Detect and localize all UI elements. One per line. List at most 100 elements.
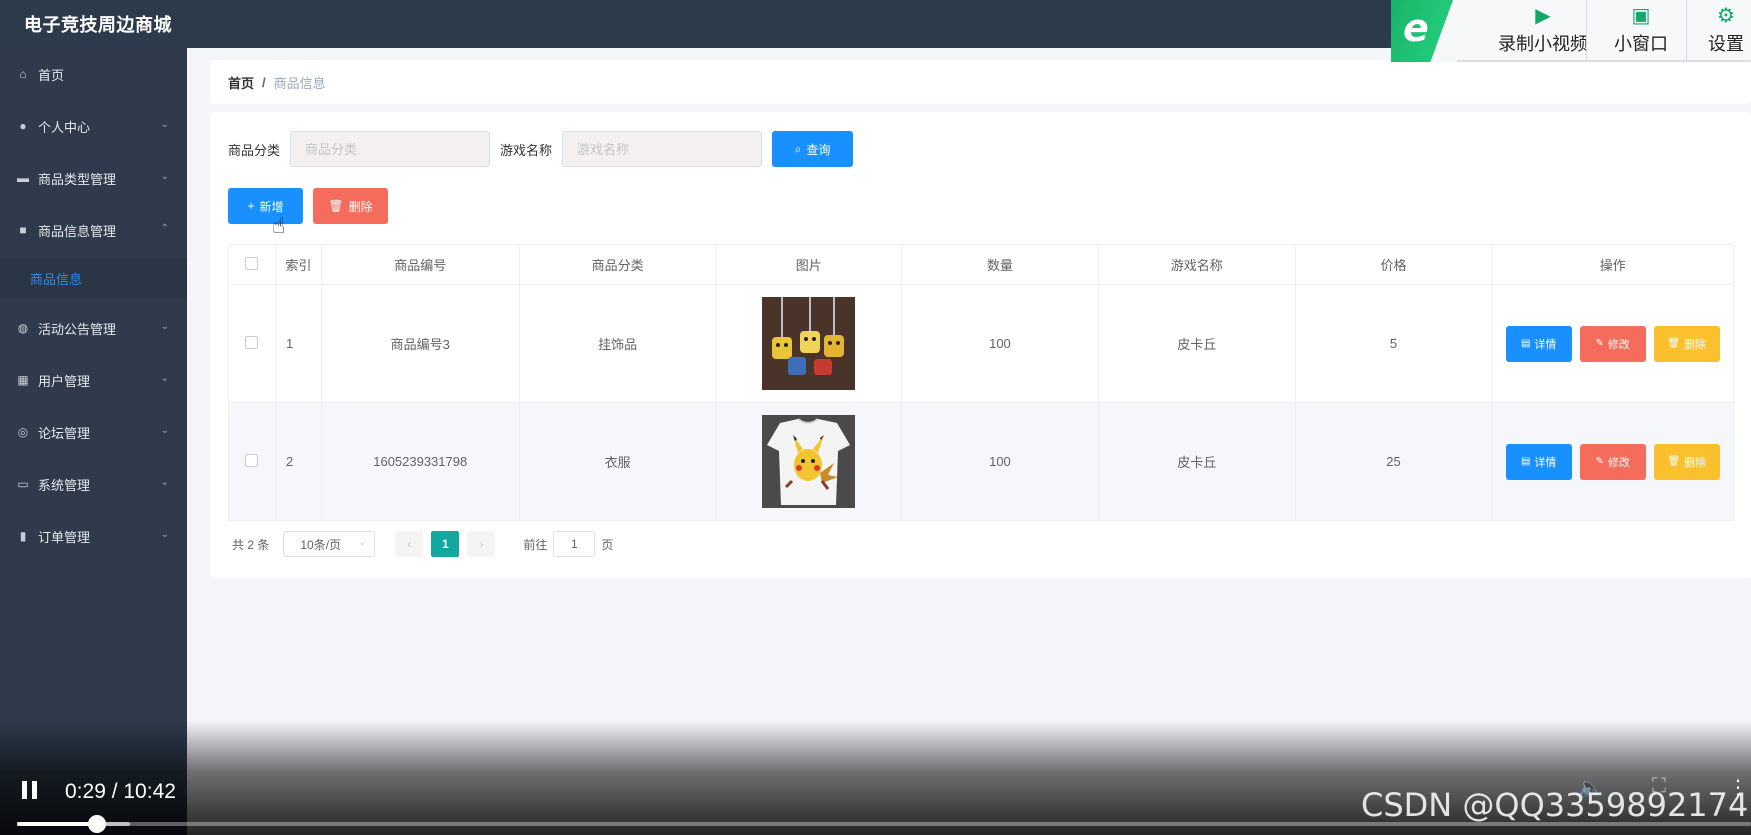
edit-button[interactable]: ✎ 修改	[1579, 325, 1646, 362]
pagination: 共 2 条 10条/页 ⌄ ‹ 1 › 前往 1 页	[232, 531, 613, 557]
trash-icon: 🗑	[1667, 456, 1681, 467]
sidebar-item-label: 订单管理	[38, 529, 91, 545]
cell-actions: ▤ 详情 ✎ 修改 🗑 删除	[1491, 402, 1734, 521]
sidebar-item-label: 商品信息管理	[38, 223, 117, 239]
recorder-toolbar: e ▶ 录制小视频 ▣ 小窗口 ⚙ 设置	[1391, 0, 1751, 62]
goto-label: 前往	[523, 537, 548, 552]
goto-page-input[interactable]: 1	[553, 531, 596, 557]
settings-button[interactable]: ⚙ 设置	[1703, 0, 1749, 62]
bar-chart-icon: ▮	[19, 529, 27, 543]
toolbar-divider	[1686, 0, 1687, 62]
chart-icon: ▭	[17, 477, 29, 491]
sidebar-item-users[interactable]: ▦ 用户管理 ⌄	[0, 360, 187, 400]
sidebar-item-label: 个人中心	[38, 119, 91, 135]
mini-window-button[interactable]: ▣ 小窗口	[1601, 0, 1681, 62]
select-all-checkbox[interactable]	[245, 256, 259, 270]
cell-price: 25	[1294, 402, 1493, 521]
progress-handle[interactable]	[87, 815, 106, 833]
watermark: CSDN @QQ3359892174	[1361, 786, 1749, 824]
batch-delete-button[interactable]: 🗑 删除	[313, 188, 388, 224]
page-size-select[interactable]: 10条/页 ⌄	[283, 531, 376, 557]
globe-icon: ◍	[17, 321, 29, 335]
home-icon: ⌂	[19, 67, 27, 81]
query-button-label: 查询	[806, 142, 831, 157]
sidebar-item-product-type[interactable]: ▬ 商品类型管理 ⌄	[0, 158, 187, 198]
category-input[interactable]	[290, 131, 491, 167]
pencil-icon: ✎	[1595, 338, 1604, 349]
cell-code: 商品编号3	[320, 284, 520, 403]
column-header: 商品分类	[518, 244, 717, 285]
select-all-cell	[228, 244, 276, 285]
cell-category: 挂饰品	[518, 284, 717, 403]
progress-bar[interactable]	[17, 815, 1751, 833]
pagination-total: 共 2 条	[232, 537, 270, 552]
column-header: 索引	[274, 244, 322, 285]
breadcrumb: 首页 / 商品信息	[210, 60, 1751, 104]
category-label: 商品分类	[228, 142, 281, 158]
add-button[interactable]: + 新增	[228, 188, 303, 224]
chevron-down-icon: ⌄	[160, 321, 169, 332]
cell-game: 皮卡丘	[1097, 402, 1296, 521]
page-number-button[interactable]: 1	[431, 531, 460, 557]
pencil-icon: ✎	[1595, 456, 1604, 467]
cell-code: 1605239331798	[320, 402, 520, 521]
sidebar-item-system[interactable]: ▭ 系统管理 ⌄	[0, 464, 187, 504]
chevron-down-icon: ⌄	[160, 373, 169, 384]
cell-index: 2	[274, 402, 322, 521]
tv-icon: ▣	[1631, 5, 1651, 27]
prev-page-button[interactable]: ‹	[395, 531, 424, 557]
chevron-up-icon: ⌃	[160, 223, 169, 234]
next-page-button[interactable]: ›	[467, 531, 496, 557]
row-select-cell	[228, 284, 276, 403]
document-icon: ▤	[1520, 338, 1531, 349]
cell-image	[715, 284, 903, 403]
column-header: 图片	[715, 244, 903, 285]
video-player-bar: 0:29 / 10:42 🔈 ⛶ ⋮ CSDN @QQ3359892174	[0, 720, 1751, 835]
detail-button[interactable]: ▤ 详情	[1505, 443, 1572, 480]
search-bar: 商品分类 游戏名称 ⌕ 查询	[228, 130, 854, 168]
row-select-cell	[228, 402, 276, 521]
sidebar-item-home[interactable]: ⌂ 首页	[0, 54, 187, 94]
game-name-label: 游戏名称	[500, 142, 553, 158]
row-checkbox[interactable]	[245, 335, 259, 349]
toolbar-divider	[1586, 0, 1587, 62]
breadcrumb-separator: /	[262, 74, 266, 90]
game-name-input[interactable]	[562, 131, 763, 167]
row-delete-button[interactable]: 🗑 删除	[1653, 325, 1720, 362]
pause-icon[interactable]	[20, 779, 40, 801]
sidebar-subitem-product-info[interactable]: 商品信息	[0, 258, 187, 298]
sidebar-item-personal-center[interactable]: ● 个人中心 ⌄	[0, 106, 187, 146]
user-icon: ●	[19, 119, 27, 133]
row-delete-label: 删除	[1684, 456, 1707, 469]
sidebar-item-label: 系统管理	[38, 477, 91, 493]
app-title: 电子竞技周边商城	[24, 15, 172, 35]
edit-label: 修改	[1607, 456, 1630, 469]
sidebar-item-orders[interactable]: ▮ 订单管理 ⌄	[0, 516, 187, 556]
chevron-down-icon: ⌄	[160, 171, 169, 182]
cell-image	[715, 402, 903, 521]
cell-quantity: 100	[901, 402, 1099, 521]
chevron-right-icon: ›	[479, 537, 484, 551]
record-video-button[interactable]: ▶ 录制小视频	[1473, 0, 1613, 62]
chevron-down-icon: ⌄	[160, 477, 169, 488]
breadcrumb-home[interactable]: 首页	[228, 73, 254, 92]
table-row: 1 商品编号3 挂饰品 100 皮卡丘 5 ▤ 详情 ✎ 修改 🗑 删除	[228, 284, 1734, 403]
keychain-photo	[762, 297, 856, 390]
sidebar-item-announcements[interactable]: ◍ 活动公告管理 ⌄	[0, 308, 187, 348]
progress-played	[17, 822, 97, 826]
sidebar-item-label: 活动公告管理	[38, 321, 117, 337]
browser-logo-icon: e	[1391, 0, 1457, 62]
breadcrumb-current: 商品信息	[273, 75, 326, 91]
row-delete-button[interactable]: 🗑 删除	[1653, 443, 1720, 480]
sidebar-item-forum[interactable]: ◎ 论坛管理 ⌄	[0, 412, 187, 452]
sidebar-item-product-info[interactable]: ■ 商品信息管理 ⌃	[0, 210, 187, 250]
detail-button[interactable]: ▤ 详情	[1505, 325, 1572, 362]
sidebar-item-label: 商品类型管理	[38, 171, 117, 187]
row-checkbox[interactable]	[245, 453, 259, 467]
monitor-icon: ▬	[17, 171, 29, 185]
video-camera-icon: ▶	[1535, 5, 1551, 27]
query-button[interactable]: ⌕ 查询	[772, 131, 854, 167]
chevron-down-icon: ⌄	[160, 529, 169, 540]
edit-button[interactable]: ✎ 修改	[1579, 443, 1646, 480]
video-time: 0:29 / 10:42	[65, 780, 176, 803]
